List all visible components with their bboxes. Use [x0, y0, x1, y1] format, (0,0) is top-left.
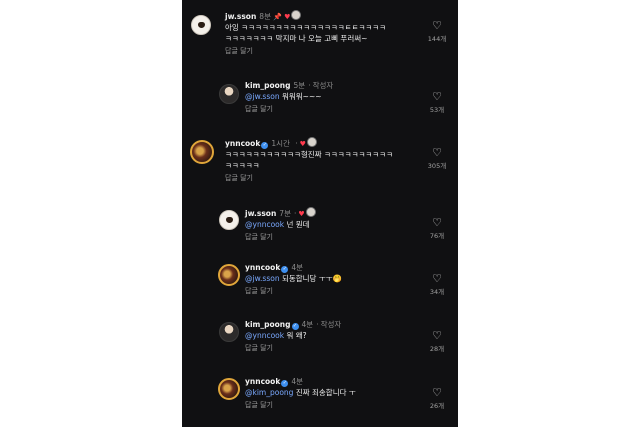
- avatar[interactable]: [218, 378, 240, 400]
- mention-link[interactable]: @kim_poong: [245, 388, 293, 397]
- verified-badge-icon: ✓: [261, 142, 269, 149]
- comment-header: ynncook ✓ 4분: [245, 263, 342, 273]
- avatar[interactable]: [219, 210, 239, 230]
- comment-text: @jw.sson 워워워~~~: [245, 92, 322, 101]
- heart-outline-icon[interactable]: ♡: [426, 217, 448, 229]
- comment-text: @jw.sson 되동합니당 ㅜㅜ🤭: [245, 274, 342, 283]
- like-control[interactable]: ♡ 26개: [426, 387, 448, 411]
- like-count: 26개: [429, 402, 445, 410]
- comment-header: kim_poong 5분 · 작성자: [245, 81, 334, 90]
- creator-liked-heart-icon: ♥: [298, 210, 305, 218]
- like-count: 28개: [429, 345, 445, 353]
- comment-text: @kim_poong 진짜 죄송합니다 ㅜ: [245, 388, 356, 397]
- timestamp: 5분: [293, 81, 306, 90]
- comment-header: jw.sson 8분 📌 ♥: [225, 10, 386, 22]
- verified-badge-icon: ✓: [291, 323, 299, 330]
- heart-outline-icon[interactable]: ♡: [426, 330, 448, 342]
- reply-button[interactable]: 답글 달기: [245, 400, 356, 410]
- like-count: 305개: [427, 162, 447, 170]
- mention-link[interactable]: @ynncook: [245, 220, 284, 229]
- verified-badge-icon: ✓: [281, 380, 289, 387]
- timestamp: 1시간: [271, 139, 290, 148]
- like-count: 144개: [427, 35, 447, 43]
- verified-badge-icon: ✓: [281, 266, 289, 273]
- like-control[interactable]: ♡ 34개: [426, 273, 448, 297]
- comment-header: ynncook ✓ 4분: [245, 377, 356, 387]
- like-control[interactable]: ♡ 305개: [426, 147, 448, 171]
- timestamp: 4분: [291, 263, 303, 272]
- avatar[interactable]: [219, 84, 239, 104]
- avatar[interactable]: [191, 15, 211, 35]
- creator-avatar-mini: [306, 137, 317, 147]
- comment-text: ㅋㅋㅋㅋㅋㅋㅋㅋㅋㅋㅋ형진짜 ㅋㅋㅋㅋㅋㅋㅋㅋㅋㅋ ㅋㅋㅋㅋㅋ: [225, 150, 393, 170]
- author-badge: 작성자: [320, 320, 342, 329]
- mention-link[interactable]: @jw.sson: [245, 274, 280, 283]
- creator-liked-heart-icon: ♥: [284, 13, 291, 21]
- comments-panel: jw.sson 8분 📌 ♥ 아잉 ㅋㅋㅋㅋㅋㅋㅋㅋㅋㅋㅋㅋㅋㅋㅋㅌㅌㅋㅋㅋㅋ ㅋㅋ…: [182, 0, 458, 427]
- avatar[interactable]: [190, 140, 214, 164]
- comment-text: 아잉 ㅋㅋㅋㅋㅋㅋㅋㅋㅋㅋㅋㅋㅋㅋㅋㅌㅌㅋㅋㅋㅋ ㅋㅋㅋㅋㅋㅋㅋ 막지마 나 오…: [225, 23, 387, 43]
- reply-button[interactable]: 답글 달기: [245, 286, 342, 296]
- username[interactable]: jw.sson: [225, 12, 256, 21]
- heart-outline-icon[interactable]: ♡: [426, 147, 448, 159]
- timestamp: 4분: [301, 320, 314, 329]
- heart-outline-icon[interactable]: ♡: [426, 387, 448, 399]
- username[interactable]: ynncook: [225, 139, 260, 148]
- avatar[interactable]: [219, 322, 239, 342]
- mention-link[interactable]: @jw.sson: [245, 92, 280, 101]
- like-control[interactable]: ♡ 53개: [426, 91, 448, 115]
- creator-liked-heart-icon: ♥: [299, 140, 306, 148]
- like-control[interactable]: ♡ 144개: [426, 20, 448, 44]
- heart-outline-icon[interactable]: ♡: [426, 91, 448, 103]
- like-count: 76개: [429, 232, 445, 240]
- timestamp: 4분: [291, 377, 303, 386]
- like-count: 53개: [429, 106, 445, 114]
- reply-button[interactable]: 답글 달기: [245, 232, 316, 242]
- reply-button[interactable]: 답글 달기: [245, 104, 333, 114]
- comment-text: @ynncook 넌 뭔데: [245, 220, 310, 229]
- reply-button[interactable]: 답글 달기: [225, 46, 386, 56]
- timestamp: 8분: [259, 12, 271, 21]
- like-count: 34개: [429, 288, 445, 296]
- username[interactable]: ynncook: [245, 377, 280, 386]
- creator-avatar-mini: [291, 10, 302, 20]
- heart-outline-icon[interactable]: ♡: [426, 273, 448, 285]
- creator-avatar-mini: [305, 207, 316, 217]
- comment-header: ynncook ✓ 1시간 · ♥: [225, 137, 393, 149]
- mention-link[interactable]: @ynncook: [245, 331, 284, 340]
- pin-icon: 📌: [273, 13, 283, 21]
- like-control[interactable]: ♡ 28개: [426, 330, 448, 354]
- reply-button[interactable]: 답글 달기: [245, 343, 341, 353]
- username[interactable]: kim_poong: [245, 320, 291, 329]
- comment-header: kim_poong ✓ 4분 · 작성자: [245, 320, 342, 330]
- avatar[interactable]: [218, 264, 240, 286]
- username[interactable]: jw.sson: [245, 209, 276, 218]
- username[interactable]: ynncook: [245, 263, 280, 272]
- comment-header: jw.sson 7분 · ♥: [245, 207, 316, 219]
- username[interactable]: kim_poong: [245, 81, 291, 90]
- reply-button[interactable]: 답글 달기: [225, 173, 393, 183]
- author-badge: 작성자: [312, 81, 334, 90]
- comment-text: @ynncook 워 왜?: [245, 331, 307, 340]
- timestamp: 7분: [279, 209, 291, 218]
- heart-outline-icon[interactable]: ♡: [426, 20, 448, 32]
- like-control[interactable]: ♡ 76개: [426, 217, 448, 241]
